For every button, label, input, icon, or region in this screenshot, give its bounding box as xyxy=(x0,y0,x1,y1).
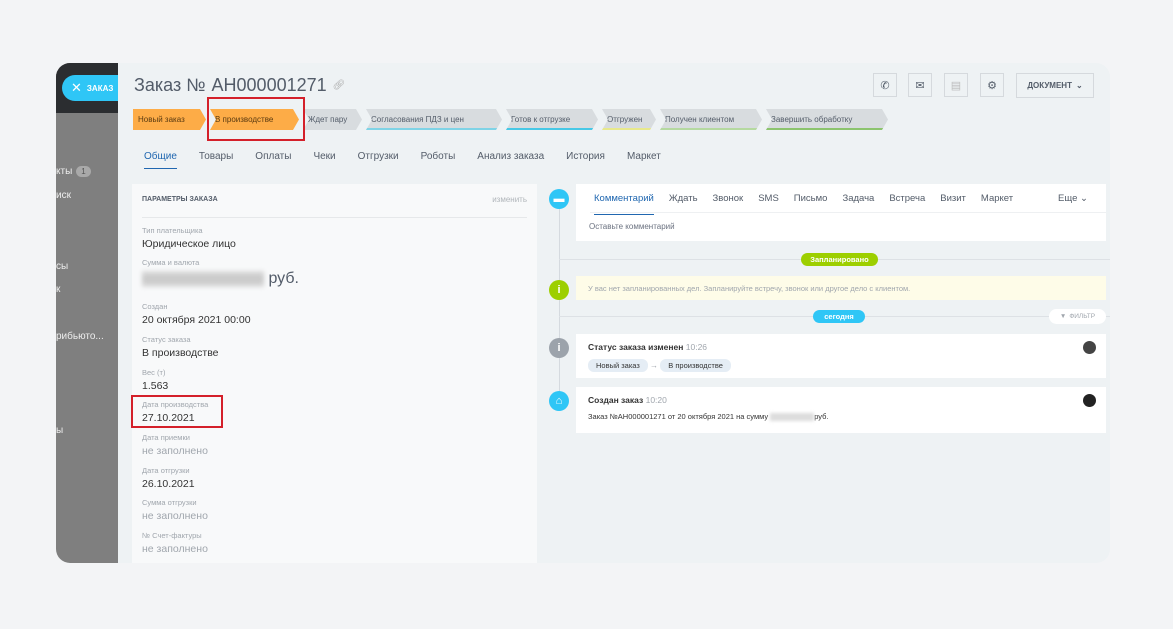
stage-received[interactable]: Получен клиентом xyxy=(660,109,762,130)
sidebar-item[interactable]: кты 1 xyxy=(56,166,91,177)
activity-editor: Комментарий Ждать Звонок SMS Письмо Зада… xyxy=(576,184,1106,241)
stage-finish[interactable]: Завершить обработку xyxy=(766,109,888,130)
sidebar-item[interactable]: сы xyxy=(56,261,68,272)
no-planned-notice: У вас нет запланированных дел. Запланиру… xyxy=(576,276,1106,300)
stage-approval[interactable]: Согласования ПДЗ и цен xyxy=(366,109,502,130)
edit-link[interactable]: изменить xyxy=(492,195,527,204)
title-prefix: Заказ № xyxy=(134,75,206,95)
field-acceptance-date: Дата приемки не заполнено xyxy=(142,433,208,457)
today-badge: сегодня xyxy=(813,310,865,323)
stage-waiting[interactable]: Ждет пару xyxy=(303,109,362,130)
tab-robots[interactable]: Роботы xyxy=(421,151,456,169)
field-weight: Вес (т) 1.563 xyxy=(142,368,169,392)
info-icon: i xyxy=(549,280,569,300)
phone-icon: ✆ xyxy=(880,79,890,92)
comment-input[interactable]: Оставьте комментарий xyxy=(589,222,675,231)
page-title: Заказ № АН000001271 🔗︎ xyxy=(134,75,345,96)
document-button[interactable]: ДОКУМЕНТ ⌄ xyxy=(1016,73,1094,98)
chat-button[interactable]: ▤ xyxy=(944,73,968,97)
tab-history[interactable]: История xyxy=(566,151,605,169)
phone-button[interactable]: ✆ xyxy=(873,73,897,97)
filter-button[interactable]: ▼ ФИЛЬТР xyxy=(1049,309,1106,324)
tab-products[interactable]: Товары xyxy=(199,151,233,169)
close-order-button[interactable]: ✕ ЗАКАЗ xyxy=(62,75,118,101)
params-title: ПАРАМЕТРЫ ЗАКАЗА xyxy=(142,196,218,203)
tab-general[interactable]: Общие xyxy=(144,151,177,169)
sidebar-item[interactable]: ы xyxy=(56,425,63,436)
order-number: АН000001271 xyxy=(211,75,327,95)
chevron-down-icon: ⌄ xyxy=(1075,81,1083,90)
timeline-event-created: Создан заказ 10:20 Заказ №АН000001271 от… xyxy=(576,387,1106,433)
document-label: ДОКУМЕНТ xyxy=(1027,81,1072,90)
settings-button[interactable]: ⚙ xyxy=(980,73,1004,97)
app-window: ✕ ЗАКАЗ кты 1 иск сы к рибьюто... ы Заказ … xyxy=(56,63,1110,563)
highlight-box xyxy=(207,97,305,141)
field-shipping-sum: Сумма отгрузки не заполнено xyxy=(142,498,208,522)
tab-analysis[interactable]: Анализ заказа xyxy=(477,151,544,169)
field-invoice: № Счет-фактуры не заполнено xyxy=(142,531,208,555)
basket-icon: ⌂ xyxy=(549,391,569,411)
status-to: В производстве xyxy=(660,359,731,372)
comment-icon: ▬ xyxy=(549,189,569,209)
gear-icon: ⚙ xyxy=(987,79,997,92)
mail-icon: ✉ xyxy=(915,79,925,92)
sidebar: ✕ ЗАКАЗ кты 1 иск сы к рибьюто... ы xyxy=(56,63,118,563)
status-from: Новый заказ xyxy=(588,359,648,372)
order-params-panel: ПАРАМЕТРЫ ЗАКАЗА изменить Тип плательщик… xyxy=(131,184,537,563)
sidebar-item[interactable]: рибьюто... xyxy=(56,331,104,342)
tab-market[interactable]: Маркет xyxy=(627,151,661,169)
stage-ready[interactable]: Готов к отгрузке xyxy=(506,109,598,130)
avatar[interactable] xyxy=(1083,341,1096,354)
avatar[interactable] xyxy=(1083,394,1096,407)
tab-receipts[interactable]: Чеки xyxy=(313,151,335,169)
info-icon: i xyxy=(549,338,569,358)
timeline-event-status: Статус заказа изменен 10:26 Новый заказ … xyxy=(576,334,1106,378)
field-status: Статус заказа В производстве xyxy=(142,335,219,359)
filter-icon: ▼ xyxy=(1059,313,1067,320)
field-shipping-date: Дата отгрузки 26.10.2021 xyxy=(142,466,195,490)
sidebar-item[interactable]: иск xyxy=(56,190,71,201)
mail-button[interactable]: ✉ xyxy=(908,73,932,97)
planned-badge: Запланировано xyxy=(801,253,878,266)
close-label: ЗАКАЗ xyxy=(86,83,114,93)
field-created: Создан 20 октября 2021 00:00 xyxy=(142,302,251,326)
highlight-box xyxy=(131,395,223,428)
sidebar-item[interactable]: к xyxy=(56,284,60,295)
tab-payments[interactable]: Оплаты xyxy=(255,151,291,169)
link-icon[interactable]: 🔗︎ xyxy=(333,80,346,91)
tab-shipments[interactable]: Отгрузки xyxy=(358,151,399,169)
field-amount: Сумма и валюта руб. xyxy=(142,258,299,287)
chat-icon: ▤ xyxy=(950,79,962,92)
sidebar-item-label: кты xyxy=(56,166,73,177)
more-dropdown[interactable]: Еще ⌄ xyxy=(1058,193,1088,204)
stage-new[interactable]: Новый заказ xyxy=(133,109,206,130)
close-icon: ✕ xyxy=(71,80,82,95)
field-payer-type: Тип плательщика Юридическое лицо xyxy=(142,226,236,250)
sidebar-badge: 1 xyxy=(76,166,91,177)
blurred-amount xyxy=(142,270,264,287)
tab-bar: Общие Товары Оплаты Чеки Отгрузки Роботы… xyxy=(144,151,683,169)
stage-shipped[interactable]: Отгружен xyxy=(602,109,656,130)
